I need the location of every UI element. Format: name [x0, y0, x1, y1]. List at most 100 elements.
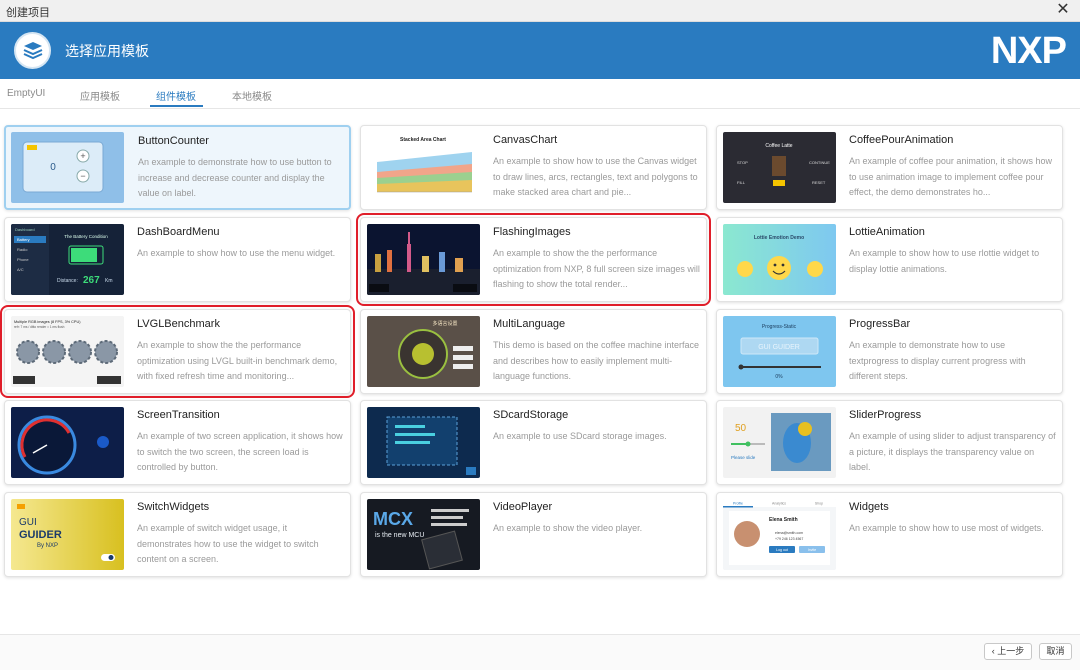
tab-emptyui[interactable]: EmptyUI: [7, 88, 45, 99]
card-title: MultiLanguage: [493, 318, 566, 330]
card-description: An example to show the the performance o…: [137, 340, 338, 381]
card-description: An example to show the the performance o…: [493, 248, 700, 289]
card-description: An example of switch widget usage, it de…: [137, 523, 319, 564]
footer-bar: ‹ 上一步 取消: [0, 634, 1080, 670]
widgets-tab: Shop: [815, 502, 823, 506]
card-title: CanvasChart: [493, 134, 558, 146]
template-card-sdcardstorage[interactable]: SDcardStorage An example to use SDcard s…: [360, 400, 707, 485]
card-title: ProgressBar: [849, 318, 911, 330]
template-card-sliderprogress[interactable]: 50 Please slide SliderProgress An exampl…: [716, 400, 1063, 485]
widgets-btn2: Invite: [808, 548, 816, 552]
multilanguage-thumbnail: 多语言设置: [367, 316, 480, 387]
switch-line1: GUI: [19, 517, 37, 528]
dash-item: Radio: [17, 247, 28, 252]
coffee-fill: FILL: [737, 180, 746, 185]
card-title: CoffeePourAnimation: [849, 134, 954, 146]
card-description: An example to show how to use the menu w…: [137, 248, 336, 258]
dash-item: Phone: [17, 257, 29, 262]
cancel-button[interactable]: 取消: [1039, 643, 1072, 660]
card-title: DashBoardMenu: [137, 226, 220, 238]
template-card-videoplayer[interactable]: MCX is the new MCU VideoPlayer An exampl…: [360, 492, 707, 577]
card-title: SDcardStorage: [493, 409, 569, 421]
card-title: ScreenTransition: [137, 409, 220, 421]
previous-step-label: 上一步: [997, 646, 1025, 656]
switchwidgets-thumbnail: GUI GUIDER By NXP: [11, 499, 124, 570]
page-title: 选择应用模板: [65, 43, 149, 59]
counter-minus: −: [80, 171, 85, 181]
coffee-stop: STOP: [737, 160, 748, 165]
card-description: An example of coffee pour animation, it …: [849, 156, 1052, 197]
template-card-widgets[interactable]: Profile Analytics Shop Elena Smith elena…: [716, 492, 1063, 577]
template-card-coffeepouranimation[interactable]: Coffee Latte STOP CONTINUE FILL RESET Co…: [716, 125, 1063, 210]
multilang-title: 多语言设置: [432, 320, 457, 327]
coffee-thumbnail: Coffee Latte STOP CONTINUE FILL RESET: [723, 132, 836, 203]
template-tabs: EmptyUI 应用模板 组件模板 本地模板: [0, 79, 1080, 109]
coffee-reset: RESET: [812, 180, 826, 185]
videoplayer-thumbnail: MCX is the new MCU: [367, 499, 480, 570]
card-description: An example to demonstrate how to use tex…: [849, 340, 1026, 381]
template-card-lvglbenchmark[interactable]: Multiple RGB images (8 FPS, 3% CPU) refr…: [0, 305, 355, 398]
widgets-name: Elena Smith: [769, 517, 798, 523]
dash-unit: Km: [105, 278, 113, 284]
switch-line2: GUIDER: [19, 529, 62, 541]
template-card-progressbar[interactable]: Progress-Static GUI GUIDER 0% ProgressBa…: [716, 309, 1063, 394]
widgets-tab: Analytics: [772, 502, 786, 506]
slider-label: Please slide: [731, 455, 756, 460]
close-icon[interactable]: ✕: [1054, 1, 1072, 19]
lottie-title: Lottie Emotion Demo: [754, 235, 804, 241]
card-description: This demo is based on the coffee machine…: [493, 340, 699, 381]
card-description: An example to show how to use most of wi…: [849, 523, 1044, 533]
template-card-canvaschart[interactable]: Stacked Area Chart CanvasChart An exampl…: [360, 125, 707, 210]
tab-local-templates[interactable]: 本地模板: [232, 88, 272, 103]
template-card-dashboardmenu[interactable]: Dashboard Battery Radio Phone A/C The Ba…: [4, 217, 351, 302]
sliderprogress-thumbnail: 50 Please slide: [723, 407, 836, 478]
card-title: LVGLBenchmark: [137, 318, 220, 330]
dash-tab: Dashboard: [15, 227, 35, 232]
dash-heading: The Battery Condition: [64, 234, 108, 239]
card-description: An example to show how to use rlottie wi…: [849, 248, 1040, 274]
template-card-flashingimages[interactable]: FlashingImages An example to show the th…: [356, 213, 711, 306]
header-bar: 选择应用模板 NXP: [0, 22, 1080, 79]
card-title: SliderProgress: [849, 409, 922, 421]
card-description: An example to show how to use the Canvas…: [493, 156, 698, 197]
template-card-screentransition[interactable]: ScreenTransition An example of two scree…: [4, 400, 351, 485]
card-description: An example of two screen application, it…: [137, 431, 343, 472]
dash-item: Battery: [17, 237, 30, 242]
nxp-logo: NXP: [990, 30, 1067, 72]
active-tab-underline: [150, 105, 203, 107]
progressbar-thumbnail: Progress-Static GUI GUIDER 0%: [723, 316, 836, 387]
card-title: LottieAnimation: [849, 226, 925, 238]
tab-widget-templates[interactable]: 组件模板: [156, 88, 196, 103]
lvglbenchmark-thumbnail: Multiple RGB images (8 FPS, 3% CPU) refr…: [11, 316, 124, 387]
lvgl-title: Multiple RGB images (8 FPS, 3% CPU): [14, 320, 81, 324]
card-title: SwitchWidgets: [137, 501, 210, 513]
video-line1: MCX: [373, 509, 413, 529]
card-title: VideoPlayer: [493, 501, 553, 513]
flashingimages-thumbnail: [367, 224, 480, 295]
canvaschart-thumbnail: Stacked Area Chart: [367, 132, 480, 203]
dash-item: A/C: [17, 267, 24, 272]
card-title: ButtonCounter: [138, 135, 209, 147]
sdcard-thumbnail: [367, 407, 480, 478]
template-card-lottieanimation[interactable]: Lottie Emotion Demo LottieAnimation An e…: [716, 217, 1063, 302]
slider-value: 50: [735, 423, 747, 434]
dashboard-thumbnail: Dashboard Battery Radio Phone A/C The Ba…: [11, 224, 124, 295]
template-card-switchwidgets[interactable]: GUI GUIDER By NXP SwitchWidgets An examp…: [4, 492, 351, 577]
progress-percent: 0%: [775, 374, 783, 380]
widgets-email: elena@smith.com: [775, 531, 803, 535]
widgets-thumbnail: Profile Analytics Shop Elena Smith elena…: [723, 499, 836, 570]
chart-title: Stacked Area Chart: [400, 137, 446, 143]
coffee-continue: CONTINUE: [809, 160, 830, 165]
lvgl-sub: refr: 7 ms / ditto render = 1 ms flush: [14, 325, 65, 329]
template-card-multilanguage[interactable]: 多语言设置 MultiLanguage This demo is based o…: [360, 309, 707, 394]
counter-plus: +: [80, 151, 85, 161]
widgets-phone: +79 246 123 4567: [775, 537, 803, 541]
card-description: An example to show the video player.: [493, 523, 643, 533]
widgets-tab: Profile: [733, 502, 743, 506]
template-card-buttoncounter[interactable]: + − 0 ButtonCounter An example to demons…: [4, 125, 351, 210]
tab-app-templates[interactable]: 应用模板: [80, 88, 120, 103]
lottie-thumbnail: Lottie Emotion Demo: [723, 224, 836, 295]
counter-value: 0: [50, 162, 56, 173]
previous-step-button[interactable]: ‹ 上一步: [984, 643, 1032, 660]
card-description: An example of using slider to adjust tra…: [849, 431, 1056, 472]
